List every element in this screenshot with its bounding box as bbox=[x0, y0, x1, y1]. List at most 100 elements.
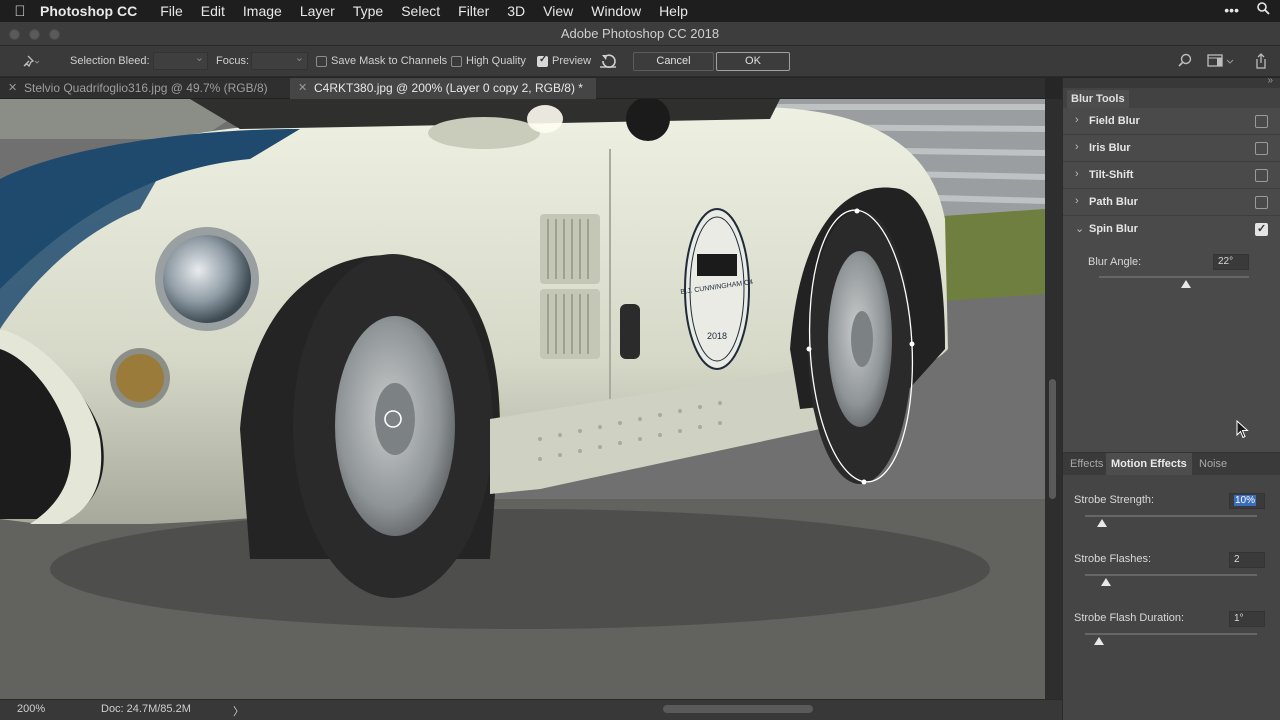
strobe-duration-track[interactable] bbox=[1085, 633, 1257, 635]
tool-tilt-shift[interactable]: › Tilt-Shift bbox=[1063, 162, 1280, 189]
ok-button[interactable]: OK bbox=[716, 52, 790, 71]
strobe-flashes-slider-handle[interactable] bbox=[1100, 578, 1111, 586]
menu-view[interactable]: View bbox=[543, 3, 573, 19]
tool-label: Iris Blur bbox=[1089, 142, 1131, 154]
pin-tool-icon[interactable] bbox=[20, 52, 40, 73]
menu-filter[interactable]: Filter bbox=[458, 3, 489, 19]
chevron-right-icon[interactable]: › bbox=[1075, 141, 1079, 153]
status-menu-arrow[interactable]: 〉 bbox=[233, 703, 244, 719]
status-bar: 200% Doc: 24.7M/85.2M 〉 bbox=[0, 699, 1062, 720]
close-tab-icon[interactable]: ✕ bbox=[298, 78, 307, 99]
zoom-level[interactable]: 200% bbox=[17, 703, 45, 715]
strobe-flashes-track[interactable] bbox=[1085, 574, 1257, 576]
strobe-strength-track[interactable] bbox=[1085, 515, 1257, 517]
high-quality-label: High Quality bbox=[466, 55, 526, 67]
collapse-icon[interactable]: » bbox=[1267, 75, 1273, 86]
strobe-strength-label: Strobe Strength: bbox=[1074, 494, 1155, 506]
focus-label: Focus: bbox=[216, 55, 250, 67]
reset-icon[interactable] bbox=[598, 52, 618, 73]
save-mask-label: Save Mask to Channels bbox=[331, 55, 448, 67]
strobe-duration-field[interactable]: 1° bbox=[1229, 611, 1265, 627]
path-blur-checkbox[interactable] bbox=[1255, 196, 1268, 209]
blur-angle-track[interactable] bbox=[1099, 276, 1249, 278]
blur-angle-field[interactable]: 22° bbox=[1213, 254, 1249, 270]
tool-label: Field Blur bbox=[1089, 115, 1140, 127]
strobe-flashes-field[interactable]: 2 bbox=[1229, 552, 1265, 568]
window-title: Adobe Photoshop CC 2018 bbox=[560, 26, 720, 41]
options-bar: Selection Bleed: Focus: Save Mask to Cha… bbox=[0, 46, 1280, 77]
menu-edit[interactable]: Edit bbox=[201, 3, 225, 19]
blur-angle-label: Blur Angle: bbox=[1088, 256, 1142, 268]
more-icon[interactable]: ••• bbox=[1224, 2, 1239, 18]
search-icon[interactable] bbox=[1177, 53, 1193, 72]
share-icon[interactable] bbox=[1254, 52, 1268, 73]
cancel-button[interactable]: Cancel bbox=[633, 52, 714, 71]
car-photo: B.J. CUNNINGHAM C4 2018 bbox=[0, 99, 1045, 699]
scrollbar-thumb[interactable] bbox=[1049, 379, 1056, 499]
horizontal-scrollbar-thumb[interactable] bbox=[663, 705, 813, 713]
strobe-flashes-label: Strobe Flashes: bbox=[1074, 553, 1152, 565]
document-tabs: ✕ Stelvio Quadrifoglio316.jpg @ 49.7% (R… bbox=[0, 78, 1045, 99]
preview-checkbox[interactable] bbox=[537, 54, 548, 67]
tool-path-blur[interactable]: › Path Blur bbox=[1063, 189, 1280, 216]
panel-collapse-strip: » bbox=[1063, 75, 1280, 88]
effects-panel: Effects Motion Effects Noise Strobe Stre… bbox=[1063, 452, 1280, 720]
menu-file[interactable]: File bbox=[160, 3, 183, 19]
tab-stelvio[interactable]: ✕ Stelvio Quadrifoglio316.jpg @ 49.7% (R… bbox=[0, 78, 290, 99]
menu-layer[interactable]: Layer bbox=[300, 3, 335, 19]
tab-c4rkt380[interactable]: ✕ C4RKT380.jpg @ 200% (Layer 0 copy 2, R… bbox=[290, 78, 596, 99]
menu-bar:  Photoshop CC File Edit Image Layer Typ… bbox=[0, 0, 1280, 22]
focus-field[interactable] bbox=[251, 51, 308, 70]
panel-tab-blur-tools[interactable]: Blur Tools bbox=[1067, 90, 1129, 108]
blur-tools-list: › Field Blur › Iris Blur › Tilt-Shift › … bbox=[1063, 108, 1280, 452]
strobe-duration-label: Strobe Flash Duration: bbox=[1074, 612, 1185, 624]
effects-tabs: Effects Motion Effects Noise bbox=[1063, 453, 1280, 475]
document-canvas[interactable]: B.J. CUNNINGHAM C4 2018 bbox=[0, 99, 1045, 699]
tool-iris-blur[interactable]: › Iris Blur bbox=[1063, 135, 1280, 162]
spin-blur-checkbox[interactable] bbox=[1255, 222, 1268, 236]
selection-bleed-label: Selection Bleed: bbox=[70, 55, 150, 67]
save-mask-checkbox[interactable] bbox=[316, 56, 327, 67]
field-blur-checkbox[interactable] bbox=[1255, 115, 1268, 128]
menu-image[interactable]: Image bbox=[243, 3, 282, 19]
chevron-down-icon[interactable]: ⌄ bbox=[1075, 222, 1084, 235]
selection-bleed-field[interactable] bbox=[153, 51, 208, 70]
menu-app-name[interactable]: Photoshop CC bbox=[40, 3, 137, 19]
tab-motion-effects[interactable]: Motion Effects bbox=[1106, 453, 1192, 475]
chevron-right-icon[interactable]: › bbox=[1075, 168, 1079, 180]
chevron-right-icon[interactable]: › bbox=[1075, 195, 1079, 207]
tool-field-blur[interactable]: › Field Blur bbox=[1063, 108, 1280, 135]
close-tab-icon[interactable]: ✕ bbox=[8, 78, 17, 99]
tool-label: Tilt-Shift bbox=[1089, 169, 1134, 181]
tool-label: Spin Blur bbox=[1089, 223, 1138, 235]
menu-window[interactable]: Window bbox=[591, 3, 641, 19]
tilt-shift-checkbox[interactable] bbox=[1255, 169, 1268, 182]
menu-help[interactable]: Help bbox=[659, 3, 688, 19]
tab-label: C4RKT380.jpg @ 200% (Layer 0 copy 2, RGB… bbox=[314, 81, 583, 95]
mouse-cursor-icon bbox=[1236, 419, 1250, 445]
window-titlebar: Adobe Photoshop CC 2018 bbox=[0, 22, 1280, 46]
workspace-icon[interactable] bbox=[1207, 54, 1237, 71]
tool-spin-blur[interactable]: ⌄ Spin Blur bbox=[1063, 216, 1280, 243]
apple-icon[interactable]:  bbox=[0, 3, 40, 20]
spotlight-search-icon[interactable] bbox=[1257, 2, 1270, 18]
menu-select[interactable]: Select bbox=[401, 3, 440, 19]
blur-tools-panel: » Blur Tools › Field Blur › Iris Blur › … bbox=[1062, 75, 1280, 720]
high-quality-checkbox[interactable] bbox=[451, 56, 462, 67]
blur-angle-slider-handle[interactable] bbox=[1181, 280, 1191, 288]
doc-size: Doc: 24.7M/85.2M bbox=[101, 703, 191, 715]
badge-year: 2018 bbox=[707, 331, 727, 341]
tool-label: Path Blur bbox=[1089, 196, 1138, 208]
strobe-strength-field[interactable]: 10% bbox=[1229, 493, 1265, 509]
menu-3d[interactable]: 3D bbox=[507, 3, 525, 19]
vertical-scrollbar[interactable] bbox=[1045, 99, 1062, 699]
iris-blur-checkbox[interactable] bbox=[1255, 142, 1268, 155]
tab-effects[interactable]: Effects bbox=[1065, 453, 1108, 475]
chevron-right-icon[interactable]: › bbox=[1075, 114, 1079, 126]
menu-type[interactable]: Type bbox=[353, 3, 383, 19]
tab-noise[interactable]: Noise bbox=[1194, 453, 1232, 475]
tab-label: Stelvio Quadrifoglio316.jpg @ 49.7% (RGB… bbox=[24, 81, 268, 95]
preview-label: Preview bbox=[552, 55, 592, 67]
strobe-strength-slider-handle[interactable] bbox=[1097, 519, 1108, 527]
strobe-duration-slider-handle[interactable] bbox=[1093, 637, 1104, 645]
